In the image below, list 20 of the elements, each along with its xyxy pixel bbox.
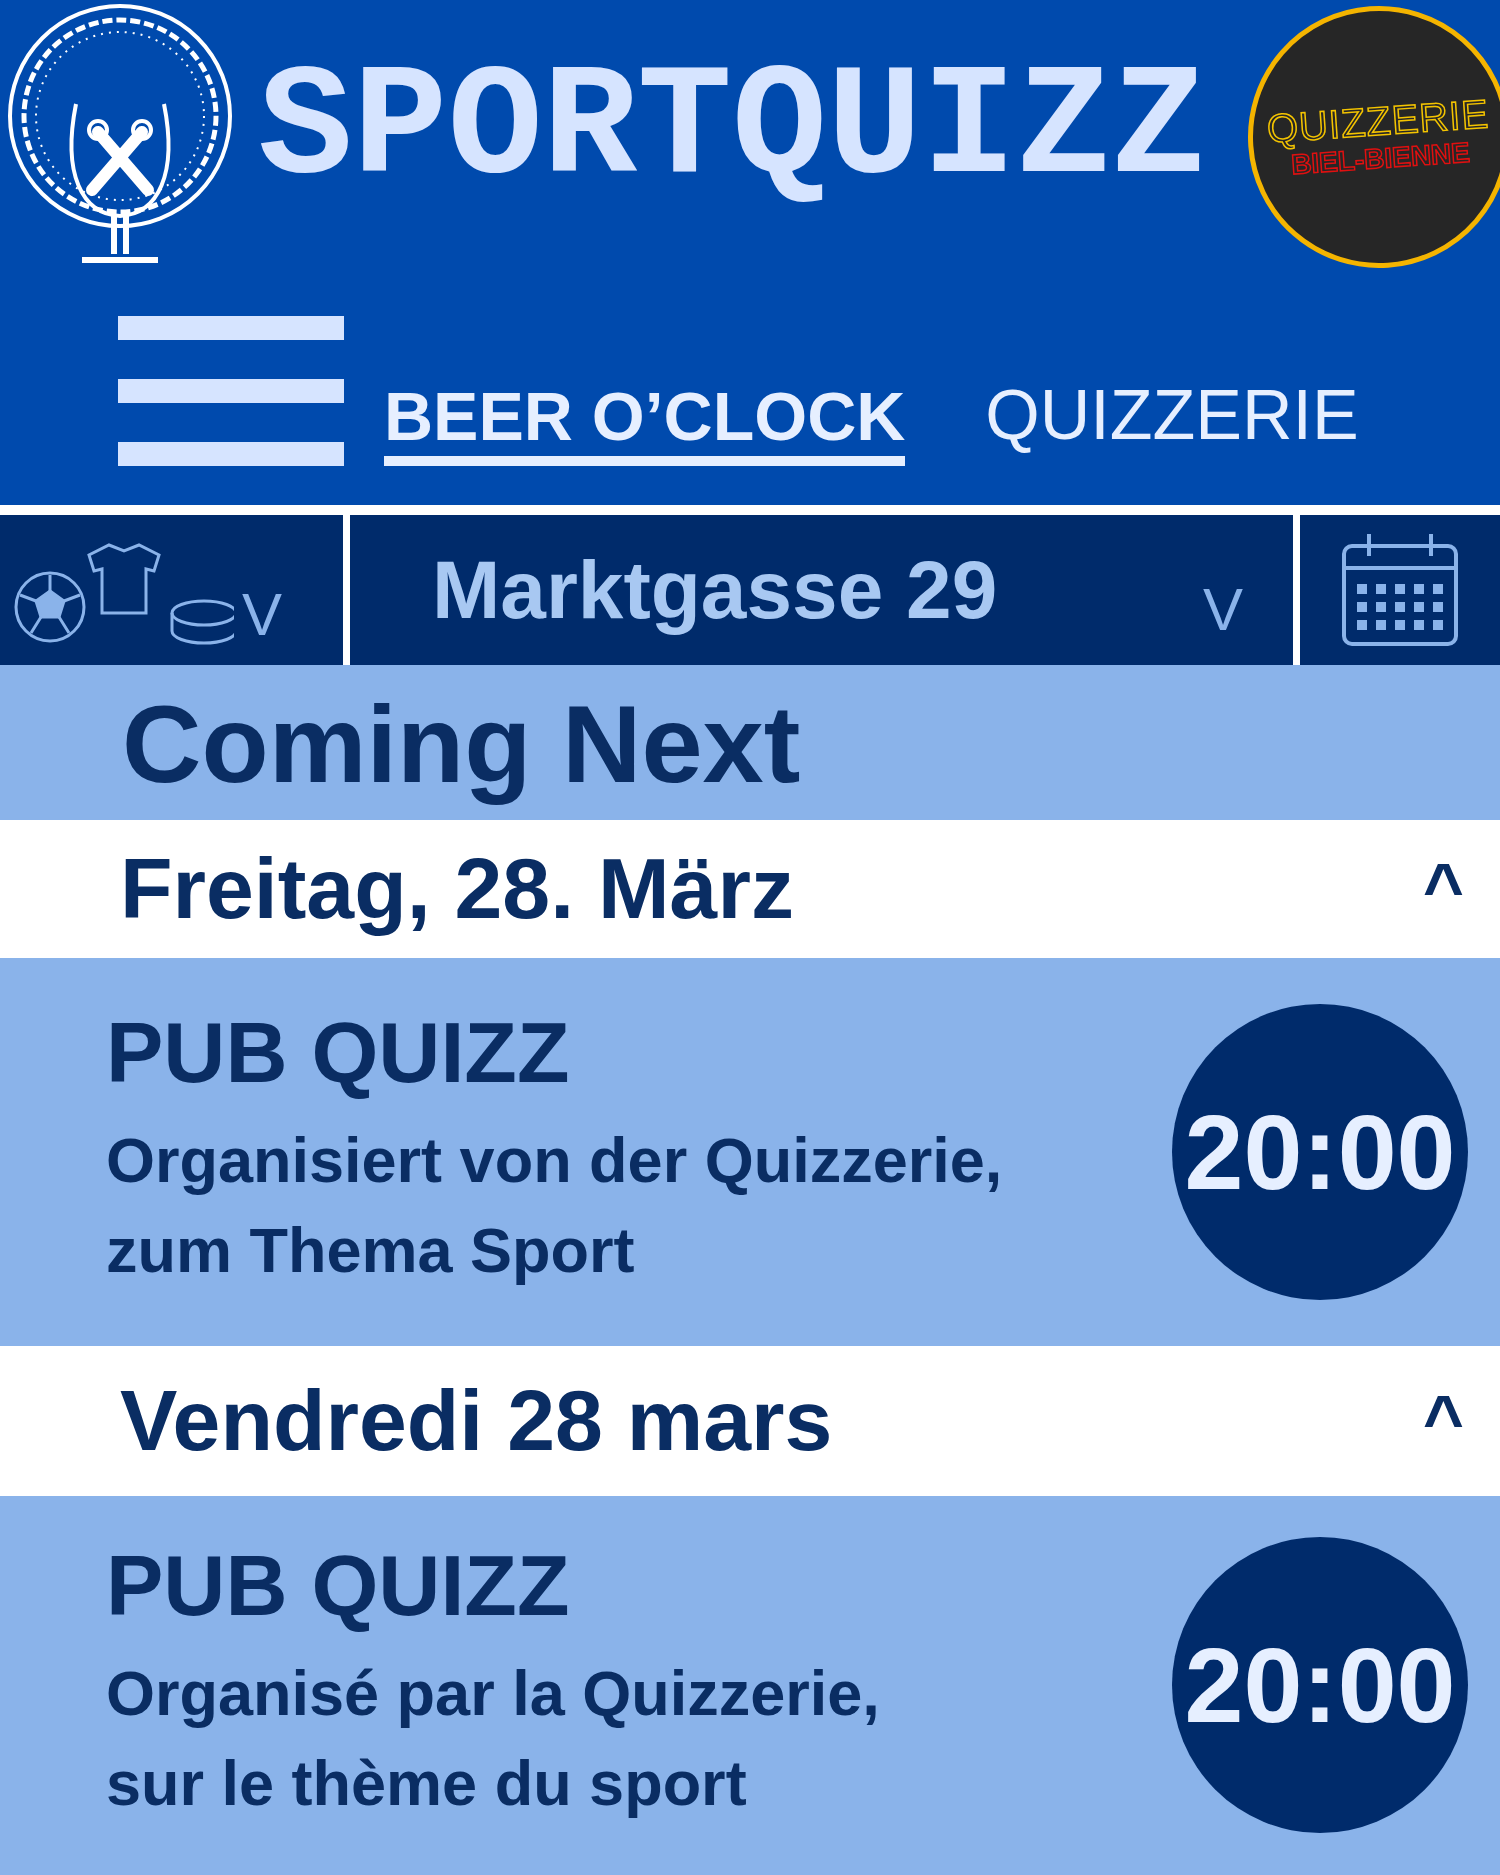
event-description: Organisiert von der Quizzerie, zum Thema Sport bbox=[106, 1124, 1003, 1287]
sports-icon bbox=[14, 541, 234, 645]
sport-caret: V bbox=[242, 585, 283, 645]
event-description: Organisé par la Quizzerie, sur le thème du sport bbox=[106, 1656, 880, 1820]
nav-tab[interactable]: BEER O’CLOCK bbox=[384, 382, 906, 466]
location-caret: V bbox=[1202, 580, 1243, 640]
day-header[interactable]: Freitag, 28. März ^ bbox=[0, 820, 1500, 958]
nav-tab[interactable]: QUIZZERIE bbox=[985, 380, 1359, 466]
day-title: Freitag, 28. März bbox=[120, 839, 794, 939]
location-dropdown[interactable]: Marktgasse 29 V bbox=[350, 515, 1293, 665]
collapse-toggle[interactable]: ^ bbox=[1423, 1386, 1464, 1456]
day-title: Vendredi 28 mars bbox=[120, 1371, 833, 1471]
section-title: Coming Next bbox=[122, 680, 801, 807]
menu-icon[interactable] bbox=[118, 316, 344, 466]
event-time: 20:00 bbox=[1172, 1004, 1468, 1300]
day-header[interactable]: Vendredi 28 mars ^ bbox=[0, 1346, 1500, 1496]
site-title: SPORTQUIZZ bbox=[258, 50, 1207, 208]
collapse-toggle[interactable]: ^ bbox=[1423, 854, 1464, 924]
event-time: 20:00 bbox=[1172, 1536, 1468, 1833]
sport-filter[interactable]: V bbox=[0, 515, 343, 665]
